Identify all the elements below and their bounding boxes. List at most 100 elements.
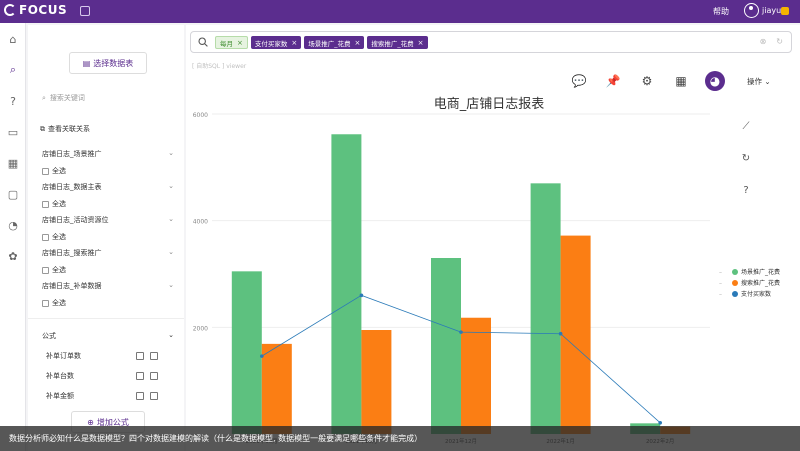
bar <box>261 343 292 434</box>
divider <box>28 318 184 319</box>
search-icon[interactable]: ⌕ <box>4 61 22 79</box>
help-link[interactable]: 帮助 <box>713 6 729 17</box>
chevron-down-icon: ⌄ <box>168 215 174 223</box>
legend-marker <box>732 269 738 275</box>
app-logo-text: FOCUS <box>19 3 68 17</box>
select-all-label: 全选 <box>52 266 66 274</box>
select-all-label: 全选 <box>52 233 66 241</box>
select-all-checkbox[interactable]: 全选 <box>42 265 66 275</box>
keyword-search-placeholder: 搜索关键词 <box>49 94 85 102</box>
chevron-down-icon: ⌄ <box>168 331 174 339</box>
avatar[interactable] <box>744 3 759 18</box>
bar <box>331 134 362 434</box>
select-all-label: 全选 <box>52 299 66 307</box>
legend-dash: – <box>719 269 722 276</box>
table-icon: ▤ <box>82 58 91 68</box>
app-logo[interactable]: FOCUS <box>4 3 67 17</box>
table-item[interactable]: 店铺日志_数据主表 ⌄ <box>42 182 174 192</box>
edit-icon[interactable] <box>136 372 144 380</box>
legend-label: 搜索推广_花费 <box>741 279 780 287</box>
legend-dash: – <box>719 280 722 287</box>
formula-item-label: 补单金额 <box>46 392 74 400</box>
search-icon: ⌕ <box>42 93 46 102</box>
chevron-down-icon: ⌄ <box>168 248 174 256</box>
vip-badge-icon <box>781 7 789 15</box>
legend-label: 支付买家数 <box>741 290 771 298</box>
select-all-label: 全选 <box>52 200 66 208</box>
user-name[interactable]: jiayu <box>762 6 781 15</box>
delete-icon[interactable] <box>150 392 158 400</box>
user-icon[interactable]: ◔ <box>4 216 22 234</box>
legend-dash: – <box>719 291 722 298</box>
table-item[interactable]: 店铺日志_补单数据 ⌄ <box>42 281 174 291</box>
y-tick-label: 4000 <box>193 219 208 226</box>
line-point <box>359 293 364 298</box>
table-item-label: 店铺日志_活动资源位 <box>42 216 109 224</box>
view-relations-link[interactable]: ⧉ 查看关联关系 <box>40 124 90 134</box>
legend-marker <box>732 291 738 297</box>
select-all-checkbox[interactable]: 全选 <box>42 199 66 209</box>
home-icon[interactable]: ⌂ <box>4 30 22 48</box>
checkbox-icon <box>42 233 49 241</box>
folder-icon[interactable]: ▢ <box>4 185 22 203</box>
top-bar: FOCUS 帮助 jiayu <box>0 0 800 23</box>
legend-label: 场景推广_花费 <box>741 268 780 276</box>
chart-title: 电商_店铺日志报表 <box>434 97 545 112</box>
settings-icon[interactable]: ✿ <box>4 247 22 265</box>
table-item-label: 店铺日志_数据主表 <box>42 183 102 191</box>
checkbox-icon <box>42 299 49 307</box>
table-icon[interactable]: ▦ <box>4 154 22 172</box>
edit-icon[interactable] <box>136 392 144 400</box>
table-item[interactable]: 店铺日志_搜索推广 ⌄ <box>42 248 174 258</box>
formula-title: 公式 <box>42 332 56 340</box>
formula-section-header[interactable]: 公式 ⌄ <box>42 331 174 341</box>
select-all-label: 全选 <box>52 167 66 175</box>
edit-icon[interactable] <box>136 352 144 360</box>
delete-icon[interactable] <box>150 372 158 380</box>
chevron-down-icon: ⌄ <box>168 281 174 289</box>
data-panel: ▤ 选择数据表 ⌕ 搜索关键词 ⧉ 查看关联关系 店铺日志_场景推广 ⌄ 全选 店铺日… <box>28 25 184 451</box>
checkbox-icon <box>42 167 49 175</box>
legend-marker <box>732 280 738 286</box>
bar <box>231 271 262 434</box>
formula-item-label: 补单订单数 <box>46 352 81 360</box>
bar <box>361 330 392 434</box>
select-all-checkbox[interactable]: 全选 <box>42 232 66 242</box>
collapse-icon[interactable] <box>80 6 90 16</box>
dashboard-icon[interactable]: ▭ <box>4 123 22 141</box>
line-point <box>459 330 463 334</box>
line-point <box>658 421 662 425</box>
formula-item-label: 补单台数 <box>46 372 74 380</box>
line-point <box>558 331 563 336</box>
left-navigation: ⌂ ⌕? ▭ ▦ ▢ ◔ ✿ <box>0 23 26 451</box>
y-tick-label: 2000 <box>193 325 208 332</box>
bar <box>431 258 461 434</box>
select-all-checkbox[interactable]: 全选 <box>42 166 66 176</box>
y-tick-label: 6000 <box>193 112 208 119</box>
table-item[interactable]: 店铺日志_活动资源位 ⌄ <box>42 215 174 225</box>
bar <box>560 235 591 434</box>
table-item[interactable]: 店铺日志_场景推广 ⌄ <box>42 149 174 159</box>
chevron-down-icon: ⌄ <box>168 149 174 157</box>
bar <box>461 317 491 434</box>
bar <box>530 183 561 434</box>
table-item-label: 店铺日志_场景推广 <box>42 150 102 158</box>
checkbox-icon <box>42 266 49 274</box>
select-all-checkbox[interactable]: 全选 <box>42 298 66 308</box>
chart: 电商_店铺日志报表2000400060002021年10月2021年11月202… <box>193 97 780 445</box>
checkbox-icon <box>42 200 49 208</box>
caption-overlay: 数据分析师必知什么是数据模型？四个对数据建模的解读（什么是数据模型, 数据模型一… <box>0 426 800 451</box>
focus-logo-icon <box>4 4 16 16</box>
help-icon[interactable]: ? <box>4 92 22 110</box>
line-point <box>260 354 264 358</box>
view-relations-label: 查看关联关系 <box>48 125 90 133</box>
table-item-label: 店铺日志_搜索推广 <box>42 249 102 257</box>
keyword-search-input[interactable]: ⌕ 搜索关键词 <box>42 91 172 105</box>
formula-item[interactable]: 补单金额 <box>46 391 158 401</box>
formula-item[interactable]: 补单订单数 <box>46 351 158 361</box>
select-datasource-button[interactable]: ▤ 选择数据表 <box>69 52 147 74</box>
formula-item[interactable]: 补单台数 <box>46 371 158 381</box>
select-datasource-label: 选择数据表 <box>93 58 134 68</box>
delete-icon[interactable] <box>150 352 158 360</box>
chevron-down-icon: ⌄ <box>168 182 174 190</box>
